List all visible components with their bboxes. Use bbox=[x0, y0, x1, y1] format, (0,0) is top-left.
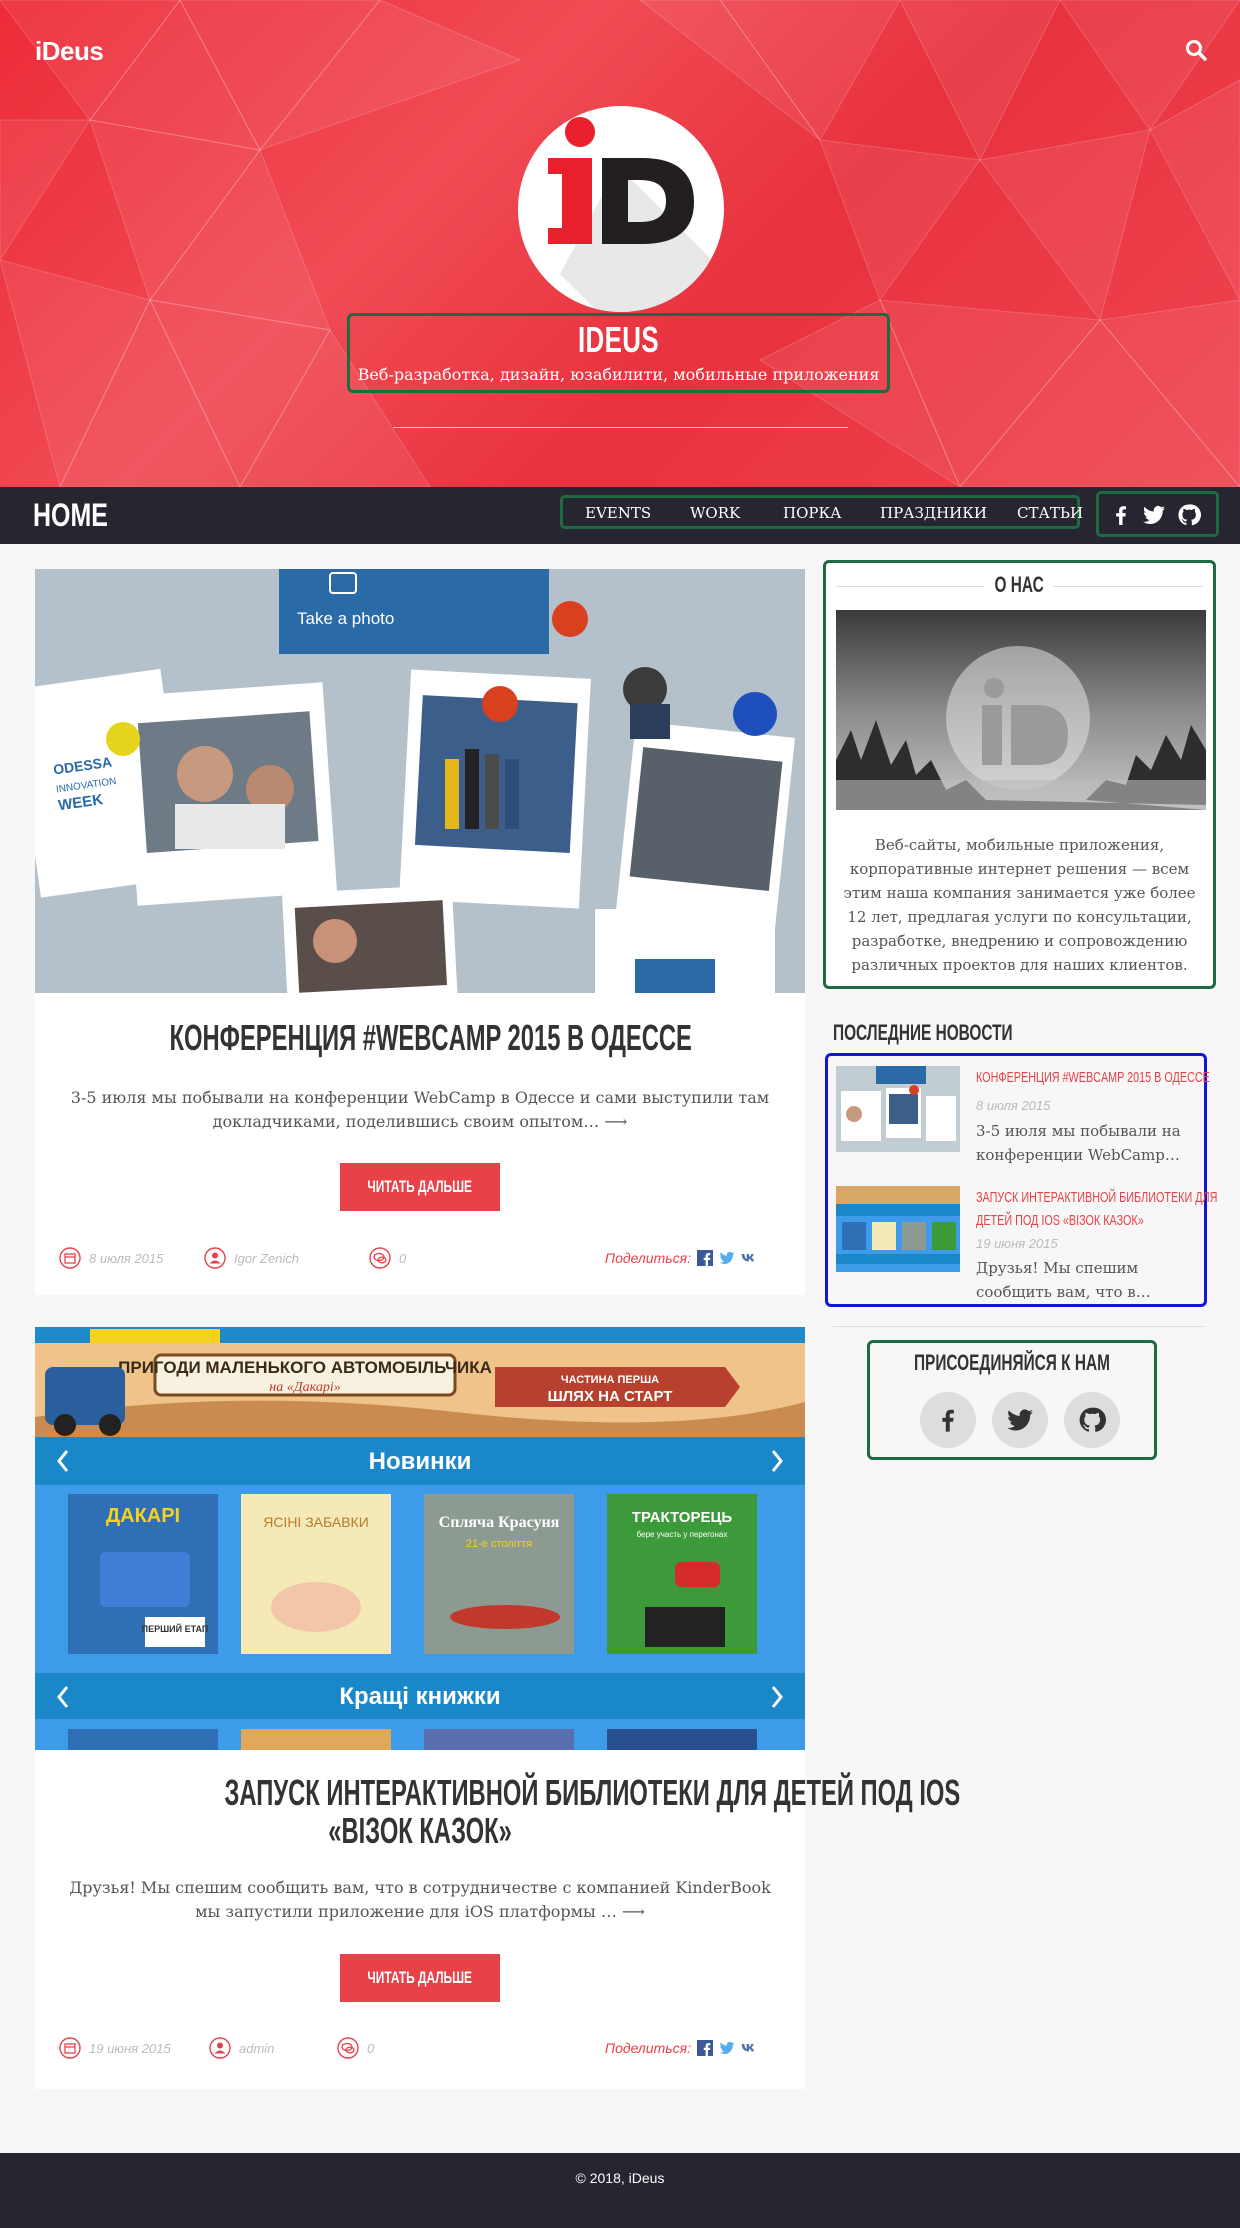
twitter-icon bbox=[1007, 1409, 1033, 1431]
hero-header: iDeus IDEUS Веб-разработка, дизайн, юзаб… bbox=[0, 0, 1240, 487]
news-excerpt: 3-5 июля мы побывали на конференции WebC… bbox=[976, 1122, 1181, 1164]
search-icon[interactable] bbox=[1184, 38, 1208, 62]
take-photo-text: Take a photo bbox=[297, 609, 394, 628]
nav-home-link[interactable]: HOME bbox=[33, 497, 108, 534]
news-title-link[interactable]: ЗАПУСК ИНТЕРАКТИВНОЙ БИБЛИОТЕКИ ДЛЯ ДЕТЕ… bbox=[976, 1186, 1217, 1232]
about-text: Веб-сайты, мобильные приложения, корпора… bbox=[843, 836, 1196, 974]
best-books-text: Кращі книжки bbox=[339, 1683, 500, 1710]
hero-title-block: IDEUS Веб-разработка, дизайн, юзабилити,… bbox=[347, 313, 890, 393]
user-icon bbox=[209, 2037, 231, 2059]
nav-item-porka[interactable]: ПОРКА bbox=[783, 504, 841, 522]
main-navbar: HOME EVENTS WORK ПОРКА ПРАЗДНИКИ СТАТЬИ bbox=[0, 487, 1240, 544]
news-thumbnail[interactable] bbox=[836, 1186, 960, 1272]
post-excerpt: 3-5 июля мы побывали на конференции WebC… bbox=[70, 1088, 770, 1131]
comments-icon bbox=[369, 1247, 391, 1269]
book3-sub-text: 21-е століття bbox=[466, 1538, 532, 1550]
facebook-icon bbox=[942, 1409, 954, 1432]
post-title[interactable]: КОНФЕРЕНЦИЯ #WEBCAMP 2015 В ОДЕССЕ bbox=[35, 1019, 805, 1057]
join-twitter-button[interactable] bbox=[992, 1392, 1048, 1448]
hero-divider bbox=[393, 427, 848, 428]
sidebar-divider bbox=[833, 1326, 1205, 1327]
banner-title-text: ПРИГОДИ МАЛЕНЬКОГО АВТОМОБІЛЬЧИКА bbox=[118, 1358, 492, 1377]
book4-sub-text: бере участь у перегонах bbox=[637, 1530, 728, 1539]
news-excerpt: Друзья! Мы спешим сообщить вам, что в… bbox=[976, 1259, 1151, 1301]
post-title[interactable]: ЗАПУСК ИНТЕРАКТИВНОЙ БИБЛИОТЕКИ ДЛЯ ДЕТЕ… bbox=[35, 1774, 961, 1850]
nav-item-work[interactable]: WORK bbox=[690, 504, 740, 522]
vk-share-icon[interactable] bbox=[741, 2040, 757, 2056]
calendar-icon bbox=[59, 1247, 81, 1269]
post-meta: 8 июля 2015 Igor Zenich 0 Поделиться: bbox=[59, 1246, 781, 1270]
post-card: ПРИГОДИ МАЛЕНЬКОГО АВТОМОБІЛЬЧИКА на «Да… bbox=[35, 1327, 961, 2089]
read-more-button[interactable]: ЧИТАТЬ ДАЛЬШЕ bbox=[340, 1163, 500, 1211]
user-icon bbox=[204, 1247, 226, 1269]
post-image[interactable]: Take a photo ODESSA INNOVATION WEEK bbox=[35, 569, 805, 993]
nav-item-holidays[interactable]: ПРАЗДНИКИ bbox=[880, 504, 987, 522]
site-tagline: Веб-разработка, дизайн, юзабилити, мобил… bbox=[357, 365, 880, 384]
post-excerpt: Друзья! Мы спешим сообщить вам, что в со… bbox=[69, 1878, 771, 1921]
post-meta: 19 июня 2015 admin 0 Поделиться: bbox=[59, 2036, 781, 2060]
facebook-share-icon[interactable] bbox=[697, 1250, 713, 1266]
latest-news-title: ПОСЛЕДНИЕ НОВОСТИ bbox=[833, 1020, 1013, 1045]
new-books-text: Новинки bbox=[369, 1448, 472, 1475]
facebook-share-icon[interactable] bbox=[697, 2040, 713, 2056]
nav-social-links bbox=[1096, 491, 1219, 537]
join-github-button[interactable] bbox=[1064, 1392, 1120, 1448]
read-more-button[interactable]: ЧИТАТЬ ДАЛЬШЕ bbox=[340, 1954, 500, 2002]
book1-tag-text: ПЕРШИЙ ЕТАП bbox=[142, 1623, 209, 1634]
share-links: Поделиться: bbox=[605, 2036, 757, 2060]
post-card: Take a photo ODESSA INNOVATION WEEK КОНФ… bbox=[35, 569, 805, 1295]
post-comments[interactable]: 0 bbox=[369, 1246, 406, 1270]
twitter-share-icon[interactable] bbox=[719, 2040, 735, 2056]
book3-title-text: Сплячa Красуня bbox=[439, 1514, 560, 1531]
share-links: Поделиться: bbox=[605, 1246, 757, 1270]
join-facebook-button[interactable] bbox=[920, 1392, 976, 1448]
post-author[interactable]: admin bbox=[209, 2036, 274, 2060]
sign-top-text: ЧАСТИНА ПЕРША bbox=[561, 1374, 659, 1386]
calendar-icon bbox=[59, 2037, 81, 2059]
post-author[interactable]: Igor Zenich bbox=[204, 1246, 299, 1270]
site-title: IDEUS bbox=[577, 319, 660, 360]
brand-logo[interactable]: iDeus bbox=[35, 36, 104, 67]
about-title: О НАС bbox=[826, 572, 1213, 598]
post-date: 8 июля 2015 bbox=[59, 1246, 163, 1270]
news-item: ЗАПУСК ИНТЕРАКТИВНОЙ БИБЛИОТЕКИ ДЛЯ ДЕТЕ… bbox=[836, 1186, 1217, 1301]
news-title-link[interactable]: КОНФЕРЕНЦИЯ #WEBCAMP 2015 В ОДЕССЕ bbox=[976, 1066, 1210, 1089]
comments-icon bbox=[337, 2037, 359, 2059]
sign-main-text: ШЛЯХ НА СТАРТ bbox=[548, 1388, 673, 1405]
facebook-icon[interactable] bbox=[1109, 503, 1133, 527]
join-us-widget: ПРИСОЕДИНЯЙСЯ К НАМ bbox=[867, 1340, 1157, 1460]
post-image[interactable]: ПРИГОДИ МАЛЕНЬКОГО АВТОМОБІЛЬЧИКА на «Да… bbox=[35, 1327, 805, 1750]
nav-menu: EVENTS WORK ПОРКА ПРАЗДНИКИ СТАТЬИ bbox=[560, 495, 1083, 529]
news-date: 8 июля 2015 bbox=[976, 1098, 1051, 1113]
share-label: Поделиться: bbox=[604, 2040, 691, 2056]
news-date: 19 июня 2015 bbox=[976, 1236, 1058, 1251]
post-comments[interactable]: 0 bbox=[337, 2036, 374, 2060]
site-logo bbox=[518, 106, 724, 312]
twitter-share-icon[interactable] bbox=[719, 1250, 735, 1266]
footer-copyright: © 2018, iDeus bbox=[575, 2170, 665, 2186]
twitter-icon[interactable] bbox=[1142, 503, 1166, 527]
post-date: 19 июня 2015 bbox=[59, 2036, 171, 2060]
book1-title-text: ДАКАРІ bbox=[106, 1505, 180, 1527]
vk-share-icon[interactable] bbox=[741, 1250, 757, 1266]
news-thumbnail[interactable] bbox=[836, 1066, 960, 1152]
latest-news-list: КОНФЕРЕНЦИЯ #WEBCAMP 2015 В ОДЕССЕ 8 июл… bbox=[825, 1053, 1217, 1307]
github-icon[interactable] bbox=[1177, 503, 1201, 527]
nav-item-articles[interactable]: СТАТЬИ bbox=[1017, 504, 1083, 522]
page-footer: © 2018, iDeus bbox=[0, 2153, 1240, 2228]
share-label: Поделиться: bbox=[604, 1250, 691, 1266]
about-widget: О НАС Веб-сайты, мобильные приложения, к… bbox=[823, 560, 1216, 989]
book2-title-text: ЯСІНІ ЗАБАВКИ bbox=[263, 1514, 369, 1530]
news-item: КОНФЕРЕНЦИЯ #WEBCAMP 2015 В ОДЕССЕ 8 июл… bbox=[836, 1066, 1210, 1176]
join-us-title: ПРИСОЕДИНЯЙСЯ К НАМ bbox=[914, 1350, 1110, 1375]
github-icon bbox=[1079, 1407, 1106, 1432]
about-image bbox=[836, 610, 1206, 810]
book4-title-text: ТРАКТОРЕЦЬ bbox=[632, 1509, 733, 1526]
nav-item-events[interactable]: EVENTS bbox=[585, 504, 651, 522]
banner-sub-text: на «Дакарі» bbox=[269, 1380, 340, 1395]
